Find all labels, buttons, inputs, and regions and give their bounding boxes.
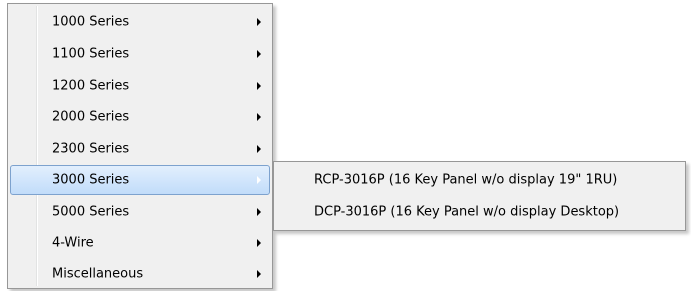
menu-item-5000-series[interactable]: 5000 Series [10,197,270,227]
menu-item-3000-series[interactable]: 3000 Series [10,165,270,195]
chevron-right-icon [257,176,261,184]
menu-item-1200-series[interactable]: 1200 Series [10,71,270,101]
menu-item-1000-series[interactable]: 1000 Series [10,7,270,37]
chevron-right-icon [257,82,261,90]
menu-item-label: 1000 Series [52,14,130,30]
chevron-right-icon [257,18,261,26]
context-menu: 1000 Series 1100 Series 1200 Series 2000… [7,3,273,289]
menu-item-2300-series[interactable]: 2300 Series [10,134,270,164]
submenu-3000-series: RCP-3016P (16 Key Panel w/o display 19" … [273,161,686,231]
menu-item-label: 4-Wire [52,235,94,251]
menu-item-label: 2000 Series [52,109,130,125]
chevron-right-icon [257,239,261,247]
chevron-right-icon [257,50,261,58]
chevron-right-icon [257,270,261,278]
menu-item-2000-series[interactable]: 2000 Series [10,102,270,132]
menu-item-label: 2300 Series [52,141,130,157]
menu-item-label: 1100 Series [52,46,130,62]
menu-item-label: Miscellaneous [52,266,144,282]
menu-item-label: 5000 Series [52,204,130,220]
submenu-item-rcp-3016p[interactable]: RCP-3016P (16 Key Panel w/o display 19" … [276,165,683,195]
menu-item-miscellaneous[interactable]: Miscellaneous [10,259,270,289]
menu-item-4-wire[interactable]: 4-Wire [10,228,270,258]
chevron-right-icon [257,113,261,121]
submenu-item-label: RCP-3016P (16 Key Panel w/o display 19" … [314,172,618,188]
submenu-item-label: DCP-3016P (16 Key Panel w/o display Desk… [314,204,620,220]
submenu-item-dcp-3016p[interactable]: DCP-3016P (16 Key Panel w/o display Desk… [276,197,683,227]
chevron-right-icon [257,145,261,153]
menu-item-1100-series[interactable]: 1100 Series [10,39,270,69]
chevron-right-icon [257,208,261,216]
menu-item-label: 1200 Series [52,78,130,94]
menu-item-label: 3000 Series [52,172,130,188]
